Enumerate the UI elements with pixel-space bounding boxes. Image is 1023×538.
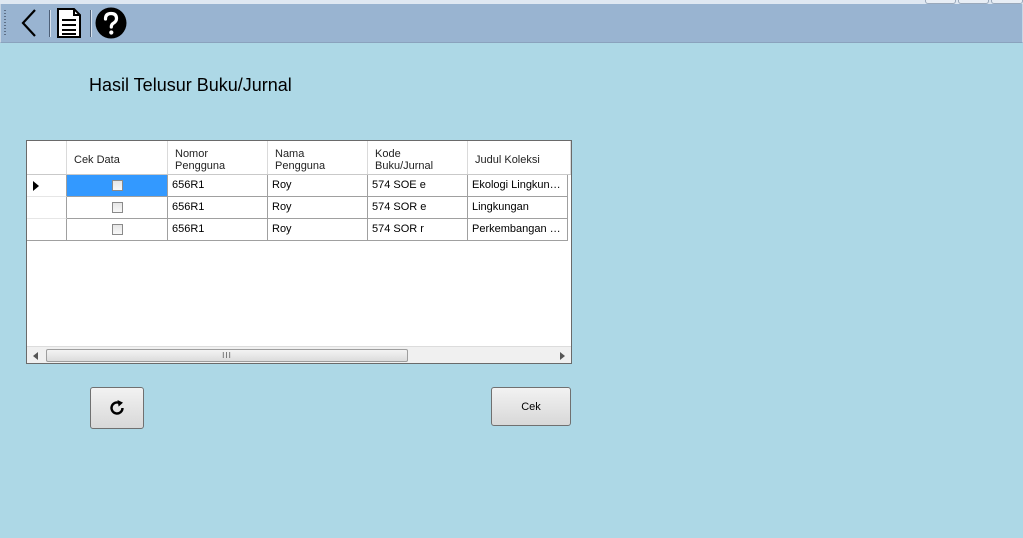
cek-data-cell[interactable] — [67, 197, 168, 219]
report-button[interactable] — [53, 7, 85, 39]
scroll-thumb[interactable]: III — [46, 349, 408, 362]
kode-buku-cell[interactable]: 574 SOR r — [368, 219, 468, 241]
results-grid[interactable]: Cek Data Nomor Pengguna Nama Pengguna Ko… — [26, 140, 572, 364]
toolbar-separator — [90, 10, 91, 37]
scroll-left-button[interactable] — [27, 347, 44, 363]
judul-koleksi-cell[interactable]: Lingkungan — [468, 197, 568, 219]
chevron-left-icon — [21, 9, 36, 37]
nama-pengguna-cell[interactable]: Roy — [268, 197, 368, 219]
cek-data-checkbox[interactable] — [111, 224, 123, 235]
column-header-cek-data[interactable]: Cek Data — [67, 141, 168, 174]
cek-data-checkbox[interactable] — [111, 202, 123, 213]
column-header-kode-buku-jurnal[interactable]: Kode Buku/Jurnal — [368, 141, 468, 174]
row-header[interactable] — [27, 219, 67, 241]
table-row[interactable]: 656R1 Roy 574 SOR r Perkembangan Kota — [27, 219, 571, 241]
cek-data-checkbox[interactable] — [111, 180, 123, 191]
toolbar-grip[interactable] — [4, 10, 6, 36]
scroll-right-button[interactable] — [554, 347, 571, 363]
judul-koleksi-cell[interactable]: Ekologi Lingkungan — [468, 175, 568, 197]
nomor-pengguna-cell[interactable]: 656R1 — [168, 219, 268, 241]
column-header-judul-koleksi[interactable]: Judul Koleksi — [468, 141, 571, 174]
cek-data-cell[interactable] — [67, 175, 168, 197]
cek-data-cell[interactable] — [67, 219, 168, 241]
help-button[interactable] — [95, 7, 127, 39]
back-button[interactable] — [13, 7, 45, 39]
scroll-right-icon — [560, 351, 565, 360]
kode-buku-cell[interactable]: 574 SOR e — [368, 197, 468, 219]
scroll-left-icon — [33, 351, 38, 360]
nama-pengguna-cell[interactable]: Roy — [268, 219, 368, 241]
row-header-corner — [27, 141, 67, 174]
row-header-current[interactable] — [27, 175, 67, 197]
grid-header: Cek Data Nomor Pengguna Nama Pengguna Ko… — [27, 141, 571, 175]
table-row[interactable]: 656R1 Roy 574 SOR e Lingkungan — [27, 197, 571, 219]
page-title: Hasil Telusur Buku/Jurnal — [89, 75, 292, 95]
nama-pengguna-cell[interactable]: Roy — [268, 175, 368, 197]
document-icon — [57, 8, 81, 38]
nomor-pengguna-cell[interactable]: 656R1 — [168, 197, 268, 219]
cek-button[interactable]: Cek — [491, 387, 571, 426]
row-header[interactable] — [27, 197, 67, 219]
refresh-button[interactable] — [90, 387, 144, 429]
column-header-nomor-pengguna[interactable]: Nomor Pengguna — [168, 141, 268, 174]
help-icon — [95, 7, 127, 39]
nomor-pengguna-cell[interactable]: 656R1 — [168, 175, 268, 197]
row-pointer-icon — [33, 181, 39, 191]
judul-koleksi-cell[interactable]: Perkembangan Kota — [468, 219, 568, 241]
refresh-icon — [110, 400, 124, 415]
toolbar-separator — [49, 10, 50, 37]
kode-buku-cell[interactable]: 574 SOE e — [368, 175, 468, 197]
table-row[interactable]: 656R1 Roy 574 SOE e Ekologi Lingkungan — [27, 175, 571, 197]
toolbar — [0, 4, 1023, 43]
column-header-nama-pengguna[interactable]: Nama Pengguna — [268, 141, 368, 174]
horizontal-scrollbar[interactable]: III — [27, 346, 571, 363]
